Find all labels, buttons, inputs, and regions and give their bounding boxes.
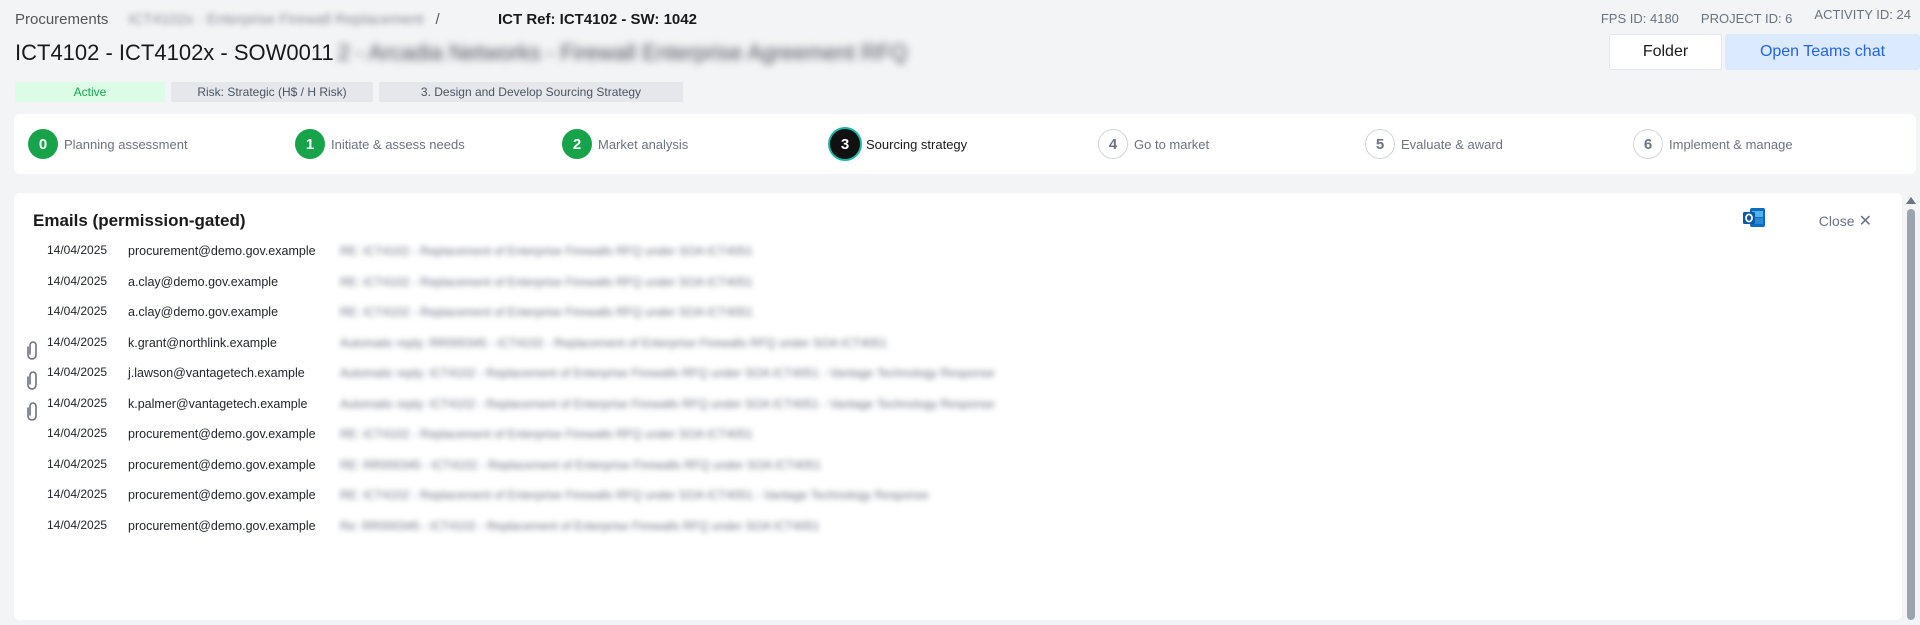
status-badge: Active [15,82,165,102]
email-subject: RE: ICT4102 - Replacement of Enterprise … [340,305,753,319]
risk-badge: Risk: Strategic (H$ / H Risk) [171,82,373,102]
scroll-up-icon[interactable] [1906,197,1916,204]
close-button[interactable]: Close ✕ [1819,211,1872,231]
meta-ids: FPS ID: 4180 PROJECT ID: 6 ACTIVITY ID: … [1600,7,1911,26]
step-evaluate-award[interactable]: 5 Evaluate & award [1365,129,1503,159]
email-sender: procurement@demo.gov.example [128,457,316,472]
close-label: Close [1818,213,1855,229]
breadcrumb-current: ICT Ref: ICT4102 - SW: 1042 [498,11,697,28]
step-number: 1 [295,129,325,159]
step-number: 6 [1633,129,1663,159]
email-date: 14/04/2025 [47,334,108,349]
email-sender: procurement@demo.gov.example [128,244,316,258]
email-subject: RE: RR000345 - ICT4102 - Replacement of … [340,457,821,472]
email-date: 14/04/2025 [47,487,108,501]
step-label: Go to market [1134,136,1210,152]
email-date: 14/04/2025 [47,426,108,440]
scrollbar[interactable] [1906,197,1916,620]
email-row[interactable]: 14/04/2025 k.palmer@vantagetech.example Au… [14,396,1874,426]
fps-id: FPS ID: 4180 [1600,11,1679,26]
email-subject: Automatic reply: ICT4102 - Replacement o… [340,396,995,411]
email-sender: k.grant@northlink.example [128,335,277,350]
email-date: 14/04/2025 [47,365,108,379]
step-implement-manage[interactable]: 6 Implement & manage [1633,129,1793,159]
email-date: 14/04/2025 [47,304,108,318]
step-planning-assessment[interactable]: 0 Planning assessment [28,129,188,159]
email-row[interactable]: 14/04/2025 procurement@demo.gov.example RE… [14,457,1874,487]
open-teams-chat-button[interactable]: Open Teams chat [1725,34,1920,70]
breadcrumb-project-link[interactable]: ICT4102x · Enterprise Firewall Replaceme… [128,11,423,28]
step-number: 5 [1365,129,1395,159]
phase-badge: 3. Design and Develop Sourcing Strategy [379,82,683,102]
email-row[interactable]: 14/04/2025 procurement@demo.gov.example Re… [14,518,1874,548]
process-stepper: 0 Planning assessment 1 Initiate & asses… [14,114,1916,174]
step-go-to-market[interactable]: 4 Go to market [1098,129,1209,159]
breadcrumb: Procurements ICT4102x · Enterprise Firew… [15,11,440,28]
page-title: ICT4102 - ICT4102x - SOW0011 2 - Arcadia… [15,40,907,66]
email-sender: j.lawson@vantagetech.example [128,366,305,380]
email-row[interactable]: 14/04/2025 k.grant@northlink.example Autom… [14,335,1874,365]
emails-panel: Emails (permission-gated) Close ✕ 14/04/… [14,193,1902,620]
attachment-icon [27,371,37,390]
step-number: 4 [1098,129,1128,159]
step-label: Sourcing strategy [866,136,968,152]
breadcrumb-separator: / [435,11,440,28]
step-number: 0 [28,129,58,159]
email-sender: procurement@demo.gov.example [128,427,316,441]
step-sourcing-strategy[interactable]: 3 Sourcing strategy [830,129,967,159]
email-sender: a.clay@demo.gov.example [128,274,279,289]
email-subject: RE: ICT4102 - Replacement of Enterprise … [340,427,753,441]
email-date: 14/04/2025 [47,243,108,257]
page-title-redacted: 2 - Arcadia Networks - Firewall Enterpri… [337,40,908,65]
email-sender: k.palmer@vantagetech.example [128,396,308,411]
email-sender: a.clay@demo.gov.example [128,305,279,319]
step-market-analysis[interactable]: 2 Market analysis [562,129,688,159]
email-date: 14/04/2025 [47,456,108,471]
email-row[interactable]: 14/04/2025 procurement@demo.gov.example RE… [14,243,1874,273]
email-sender: procurement@demo.gov.example [128,518,316,533]
project-id: PROJECT ID: 6 [1700,11,1793,26]
step-initiate-assess-needs[interactable]: 1 Initiate & assess needs [295,129,465,159]
email-subject: RE: ICT4102 - Replacement of Enterprise … [340,274,753,289]
step-label: Planning assessment [64,136,188,152]
attachment-icon [27,340,37,360]
email-date: 14/04/2025 [47,395,108,410]
email-subject: Automatic reply: RR000345 - ICT4102 - Re… [340,335,887,350]
step-label: Initiate & assess needs [331,136,465,152]
activity-id: ACTIVITY ID: 24 [1814,7,1911,22]
page-title-text: ICT4102 - ICT4102x - SOW0011 [15,40,334,65]
step-label: Implement & manage [1669,136,1793,152]
email-row[interactable]: 14/04/2025 procurement@demo.gov.example RE… [14,487,1874,517]
step-number: 3 [830,129,860,159]
email-subject: Re: RR000345 - ICT4102 - Replacement of … [340,518,820,533]
email-subject: RE: ICT4102 - Replacement of Enterprise … [340,244,753,258]
outlook-icon[interactable] [1742,207,1766,229]
email-sender: procurement@demo.gov.example [128,488,316,502]
step-label: Market analysis [598,136,689,152]
breadcrumb-procurements-link[interactable]: Procurements [15,11,108,28]
emails-panel-title: Emails (permission-gated) [33,211,246,230]
attachment-icon [27,401,37,421]
email-date: 14/04/2025 [47,273,108,288]
email-row[interactable]: 14/04/2025 a.clay@demo.gov.example RE: ICT… [14,304,1874,334]
email-date: 14/04/2025 [47,517,108,532]
email-subject: RE: ICT4102 - Replacement of Enterprise … [340,488,929,502]
email-row[interactable]: 14/04/2025 a.clay@demo.gov.example RE: ICT… [14,274,1874,304]
email-row[interactable]: 14/04/2025 procurement@demo.gov.example RE… [14,426,1874,456]
scroll-thumb[interactable] [1907,209,1915,620]
folder-button[interactable]: Folder [1609,34,1722,70]
email-subject: Automatic reply: ICT4102 - Replacement o… [340,366,995,380]
close-icon: ✕ [1858,213,1872,230]
step-label: Evaluate & award [1401,136,1503,152]
step-number: 2 [562,129,592,159]
email-row[interactable]: 14/04/2025 j.lawson@vantagetech.example Au… [14,365,1874,395]
